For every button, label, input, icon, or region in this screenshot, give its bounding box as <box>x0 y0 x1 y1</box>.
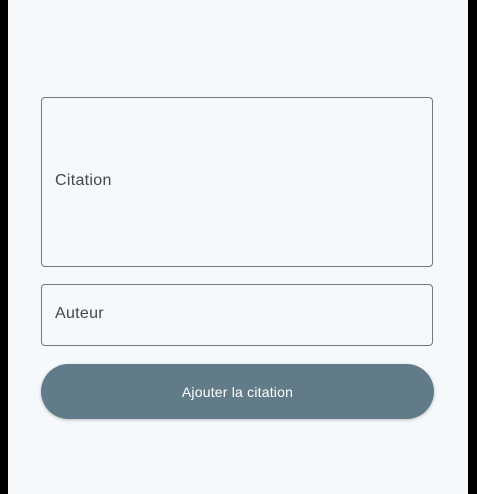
quote-textarea[interactable]: Citation <box>41 97 433 267</box>
author-input[interactable]: Auteur <box>41 284 433 346</box>
app-window: Citation Auteur Ajouter la citation <box>8 0 468 494</box>
author-placeholder: Auteur <box>55 305 104 322</box>
quote-placeholder: Citation <box>55 172 112 189</box>
add-quote-button[interactable]: Ajouter la citation <box>41 364 434 419</box>
